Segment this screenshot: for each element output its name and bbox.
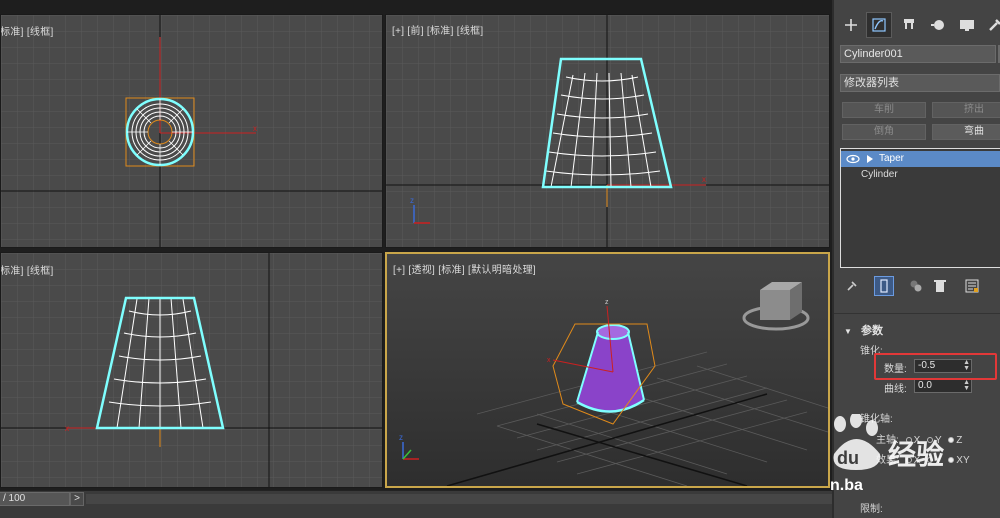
time-next-button[interactable]: > (70, 492, 84, 506)
bevel-button[interactable]: 倒角 (842, 124, 926, 140)
object-name-field[interactable]: Cylinder001 (840, 45, 996, 63)
viewport-perspective[interactable]: z x z [+] [透视] [标准] [默认明暗处理] (385, 252, 830, 488)
display-icon[interactable] (954, 12, 980, 38)
viewport-area: x [标准] [线框] x z [+] [前] [标准] [线框] x [标准]… (0, 0, 832, 490)
remove-modifier-icon[interactable] (930, 276, 950, 296)
track-bar[interactable] (86, 494, 832, 504)
curve-label: 曲线: (884, 384, 907, 395)
create-icon[interactable] (838, 12, 864, 38)
hierarchy-icon[interactable] (896, 12, 922, 38)
viewport-front[interactable]: x z [+] [前] [标准] [线框] (385, 14, 830, 248)
parameters-rollout-title[interactable]: ▼ 参数 (844, 322, 883, 338)
viewcube-icon (742, 282, 810, 331)
lathe-button[interactable]: 车削 (842, 102, 926, 118)
viewport-left[interactable]: x [标准] [线框] (0, 252, 383, 488)
stack-toolbar (840, 276, 1000, 298)
curve-spinner[interactable]: 0.0 ▲ ▼ (914, 379, 972, 393)
svg-text:z: z (605, 299, 609, 306)
rollout-separator (834, 306, 1000, 314)
show-end-result-icon[interactable] (874, 276, 894, 296)
modifier-stack: Taper Cylinder (840, 148, 1000, 268)
viewport-top[interactable]: x [标准] [线框] (0, 14, 383, 248)
left-view-canvas: x (1, 253, 382, 487)
configure-sets-icon[interactable] (962, 276, 982, 296)
eye-icon (846, 154, 860, 164)
viewport-top-label[interactable]: [标准] [线框] (1, 23, 54, 38)
utilities-icon[interactable] (982, 12, 1000, 38)
svg-text:x: x (253, 124, 257, 133)
stack-item-label: Taper (879, 153, 905, 164)
perspective-view-canvas: z x z (399, 282, 828, 486)
top-view-canvas: x (1, 15, 382, 247)
viewport-left-label[interactable]: [标准] [线框] (1, 262, 54, 277)
bend-button[interactable]: 弯曲 (932, 124, 1000, 140)
svg-text:z: z (410, 196, 414, 205)
spinner-arrows-icon[interactable]: ▲ ▼ (963, 379, 970, 392)
viewport-front-label[interactable]: [+] [前] [标准] [线框] (392, 22, 484, 37)
viewport-persp-label[interactable]: [+] [透视] [标准] [默认明暗处理] (393, 261, 536, 276)
front-view-canvas: x z (386, 15, 829, 247)
effect-axis-row: 效果: X Y XY (876, 455, 970, 466)
stack-item-label: Cylinder (861, 169, 898, 180)
svg-text:x: x (65, 424, 69, 433)
extrude-button[interactable]: 挤出 (932, 102, 1000, 118)
expand-arrow-icon (867, 155, 873, 163)
stack-item-cylinder[interactable]: Cylinder (841, 167, 1000, 183)
modify-icon[interactable] (866, 12, 892, 38)
limit-group-label: 限制: (860, 504, 883, 515)
modifier-list-dropdown[interactable]: 修改器列表 (840, 74, 1000, 92)
make-unique-icon[interactable] (906, 276, 926, 296)
pin-stack-icon[interactable] (842, 276, 862, 296)
timeline: / 100 > (0, 490, 832, 518)
collapse-icon: ▼ (844, 327, 852, 336)
command-panel: Cylinder001 修改器列表 车削 挤出 倒角 弯曲 Taper Cyli… (832, 0, 1000, 518)
motion-icon[interactable] (926, 12, 952, 38)
time-slider[interactable]: / 100 (0, 492, 70, 506)
stack-item-taper[interactable]: Taper (841, 151, 1000, 167)
svg-text:x: x (702, 175, 706, 184)
primary-axis-row: 主轴: X Y Z (876, 435, 963, 446)
svg-text:z: z (399, 433, 403, 442)
taper-axis-group-label: 锥化轴: (860, 414, 893, 425)
svg-text:x: x (547, 357, 551, 364)
command-panel-tabs (834, 8, 1000, 44)
amount-highlight-box (874, 353, 997, 380)
